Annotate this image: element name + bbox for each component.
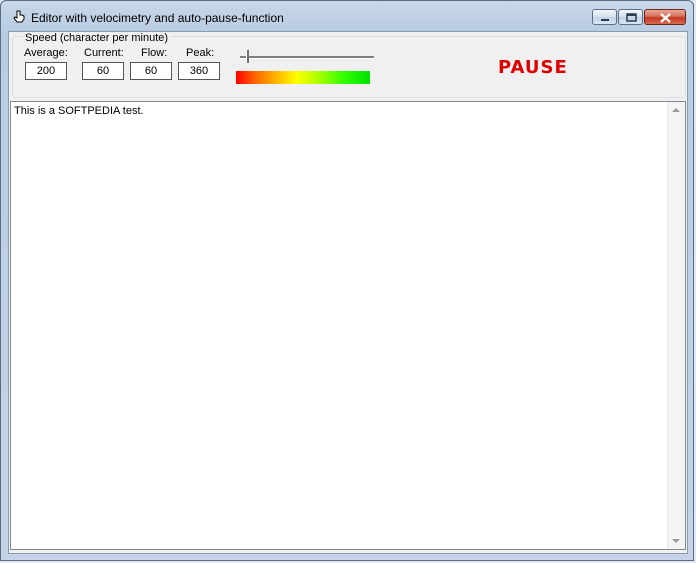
speed-slider-track[interactable] xyxy=(240,56,374,59)
caption-buttons xyxy=(592,9,686,27)
average-value-field[interactable]: 200 xyxy=(25,62,67,80)
speed-gradient-bar xyxy=(236,71,370,84)
close-button[interactable] xyxy=(644,9,686,25)
average-label: Average: xyxy=(24,47,68,59)
speed-slider-thumb[interactable] xyxy=(246,50,249,63)
speed-group-label: Speed (character per minute) xyxy=(23,32,171,44)
title-bar[interactable]: Editor with velocimetry and auto-pause-f… xyxy=(1,1,693,31)
scroll-down-arrow-icon[interactable] xyxy=(672,539,680,543)
minimize-icon xyxy=(601,19,609,21)
current-value-field[interactable]: 60 xyxy=(82,62,124,80)
window-title: Editor with velocimetry and auto-pause-f… xyxy=(31,11,284,25)
flow-value-field[interactable]: 60 xyxy=(130,62,172,80)
close-icon xyxy=(660,13,671,23)
current-label: Current: xyxy=(84,47,124,59)
editor-content[interactable]: This is a SOFTPEDIA test. xyxy=(14,105,144,117)
scroll-up-arrow-icon[interactable] xyxy=(672,108,680,112)
client-area: Speed (character per minute) Average: 20… xyxy=(8,31,688,554)
peak-label: Peak: xyxy=(186,47,215,59)
minimize-button[interactable] xyxy=(592,9,617,25)
speed-groupbox: Speed (character per minute) Average: 20… xyxy=(12,32,686,98)
maximize-button[interactable] xyxy=(618,9,643,25)
flow-label: Flow: xyxy=(141,47,168,59)
pause-status: PAUSE xyxy=(498,57,568,78)
maximize-icon xyxy=(626,13,637,22)
app-window: Editor with velocimetry and auto-pause-f… xyxy=(0,0,694,561)
peak-value-field[interactable]: 360 xyxy=(178,62,220,80)
hand-pointer-icon[interactable] xyxy=(12,10,26,24)
text-editor[interactable]: This is a SOFTPEDIA test. xyxy=(10,101,686,550)
vertical-scrollbar[interactable] xyxy=(667,102,685,549)
